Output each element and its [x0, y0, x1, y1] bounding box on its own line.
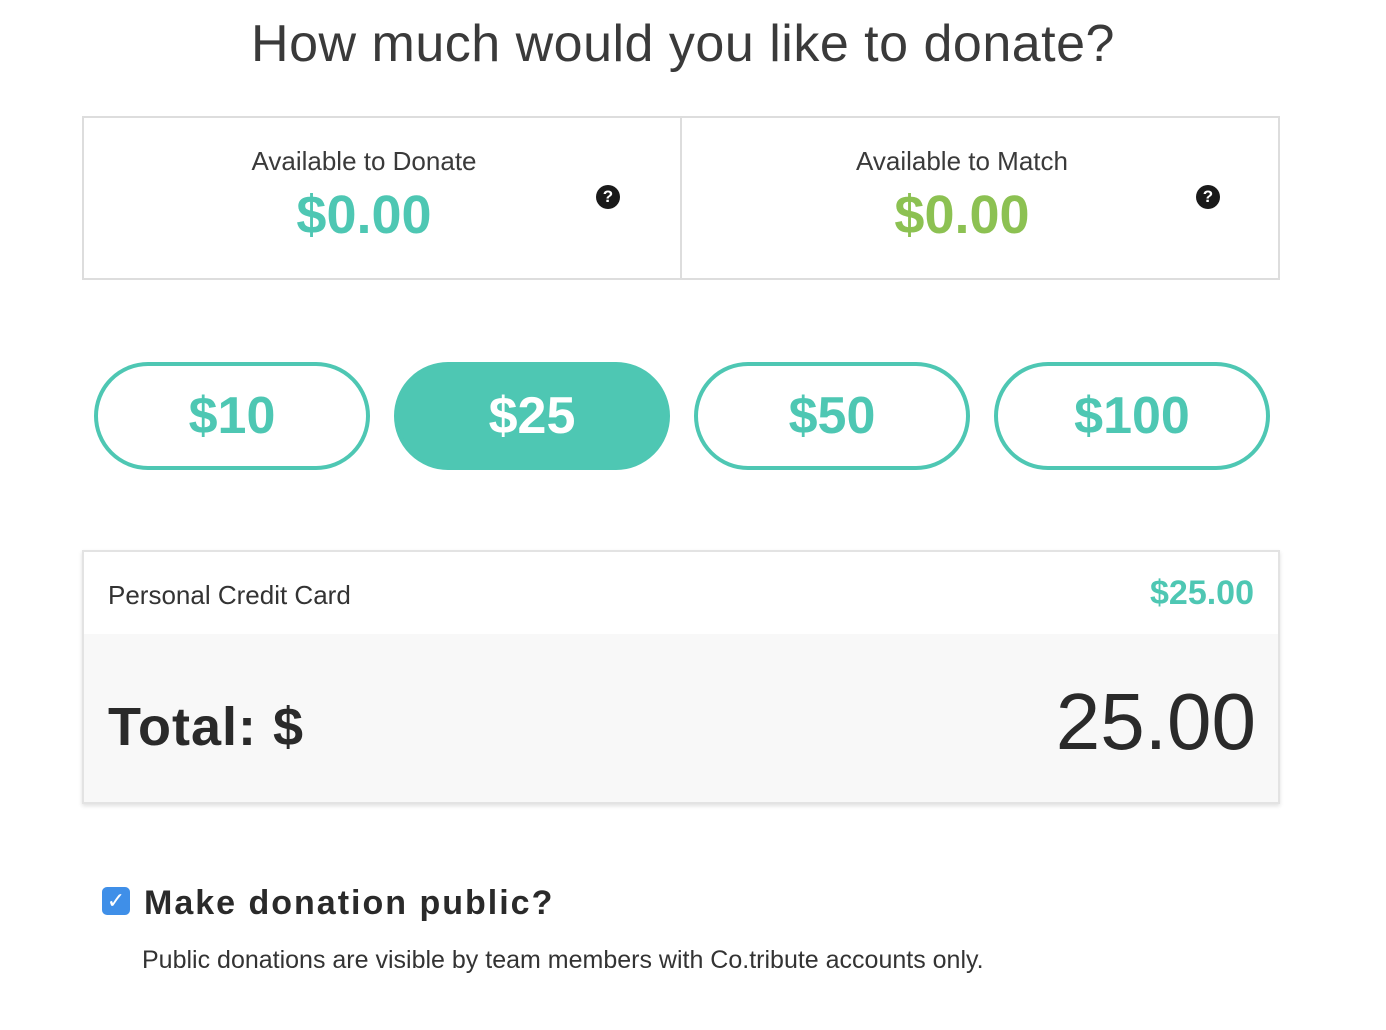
payment-method-label: Personal Credit Card: [108, 580, 351, 610]
total-label: Total: $: [108, 697, 304, 757]
amount-button-50[interactable]: $50: [694, 362, 970, 470]
question-circle-icon[interactable]: ?: [596, 185, 620, 209]
available-to-match-amount: $0.00: [894, 185, 1030, 245]
public-donation-label[interactable]: Make donation public?: [144, 884, 554, 923]
amount-button-25[interactable]: $25: [394, 362, 670, 470]
payment-summary: Personal Credit Card $25.00 Total: $ 25.…: [82, 550, 1280, 804]
amount-button-10[interactable]: $10: [94, 362, 370, 470]
total-value: 25.00: [1055, 677, 1256, 766]
page-title: How much would you like to donate?: [251, 15, 1115, 73]
available-to-match-label: Available to Match: [856, 146, 1068, 176]
public-donation-checkbox[interactable]: ✓: [102, 887, 130, 915]
payment-method-amount: $25.00: [1150, 574, 1254, 612]
balance-panel: Available to Donate $0.00 ? Available to…: [82, 116, 1280, 280]
question-circle-icon[interactable]: ?: [1196, 185, 1220, 209]
available-to-match-card: Available to Match $0.00 ?: [680, 118, 1278, 278]
public-donation-note: Public donations are visible by team mem…: [142, 946, 984, 974]
available-to-donate-card: Available to Donate $0.00 ?: [84, 118, 680, 278]
amount-button-100[interactable]: $100: [994, 362, 1270, 470]
amount-options: $10 $25 $50 $100: [94, 362, 1270, 470]
total-row: Total: $ 25.00: [84, 634, 1278, 802]
available-to-donate-label: Available to Donate: [251, 146, 477, 176]
available-to-donate-amount: $0.00: [296, 185, 432, 245]
payment-method-row: Personal Credit Card $25.00: [84, 552, 1278, 634]
